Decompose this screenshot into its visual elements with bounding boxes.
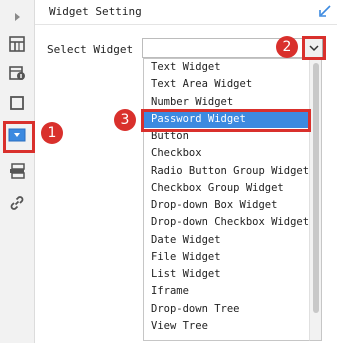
dropdown-scrollbar[interactable] [309, 58, 322, 341]
callout-3-highlight [141, 109, 311, 132]
list-item[interactable]: Drop-down Checkbox Widget [144, 214, 309, 231]
select-widget-label: Select Widget [47, 43, 134, 56]
callout-1-highlight [3, 121, 35, 153]
list-item[interactable]: Text Widget [144, 59, 309, 76]
list-item[interactable]: Checkbox [144, 145, 309, 162]
left-sidebar [0, 0, 35, 343]
callout-badge-2: 2 [276, 36, 298, 58]
list-item[interactable]: List Widget [144, 266, 309, 283]
list-item[interactable]: Checkbox Group Widget [144, 180, 309, 197]
widget-dropdown-list: Text Widget Text Area Widget Number Widg… [143, 58, 309, 341]
list-item[interactable]: Iframe [144, 283, 309, 300]
list-item[interactable]: Radio Button Group Widget [144, 163, 309, 180]
hyperlink-icon[interactable] [7, 193, 27, 213]
list-item[interactable]: Drop-down Tree [144, 301, 309, 318]
scrollbar-thumb[interactable] [313, 63, 319, 313]
expand-arrow-icon[interactable] [7, 7, 27, 27]
panel-header: Widget Setting [35, 0, 337, 25]
cell-attribute-icon[interactable] [7, 34, 27, 54]
list-item[interactable]: Text Area Widget [144, 76, 309, 93]
callout-badge-3: 3 [114, 109, 136, 131]
list-item[interactable]: View Tree [144, 318, 309, 335]
condition-attribute-icon[interactable] [7, 161, 27, 181]
resize-icon[interactable] [318, 4, 332, 18]
style-icon[interactable] [7, 93, 27, 113]
list-item[interactable]: Drop-down Box Widget [144, 197, 309, 214]
list-item[interactable]: Date Widget [144, 232, 309, 249]
cell-element-icon[interactable] [7, 63, 27, 83]
panel-title: Widget Setting [49, 5, 142, 18]
list-item[interactable]: File Widget [144, 249, 309, 266]
callout-2-highlight [302, 36, 326, 60]
